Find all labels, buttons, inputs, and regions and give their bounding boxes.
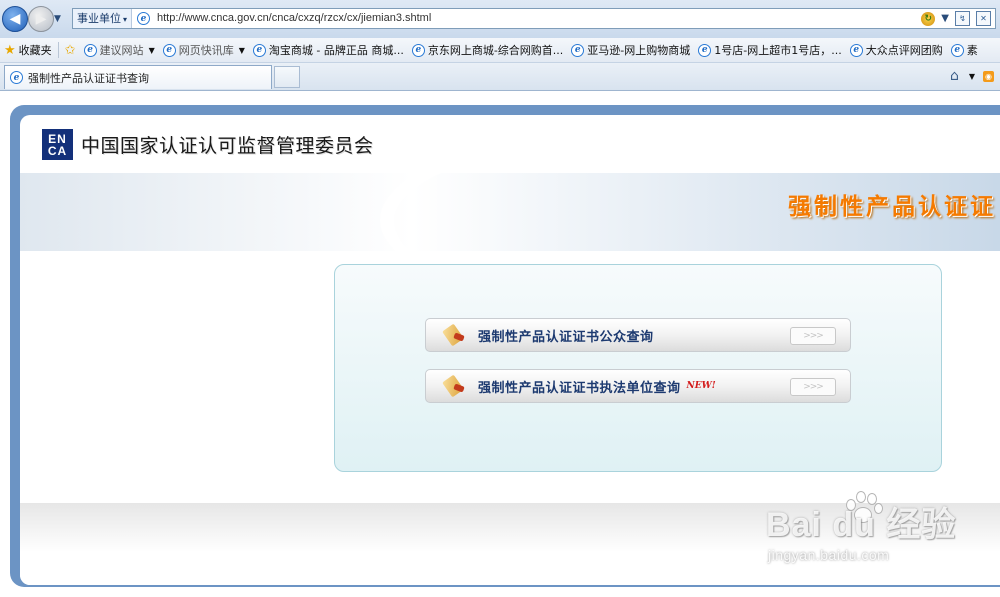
arrow-icon: >>> [790,327,836,345]
zone-label: 事业单位 [77,12,121,25]
divider [57,42,59,58]
fav-item-label: 大众点评网团购 [865,44,943,57]
logo-text-top: EN [48,131,67,146]
banner: 强制性产品认证证 [20,173,1000,251]
fav-item-suggested-sites[interactable]: e 建议网站 ▼ [80,40,159,60]
fav-item-label: 亚马逊-网上购物商城 [587,44,691,57]
ie-page-icon: e [698,43,712,57]
stop-icon[interactable]: ✕ [976,11,991,26]
tab-bar: e 强制性产品认证证书查询 ⌂ ▼ ◉ [0,63,1000,91]
favorites-button[interactable]: ★ 收藏夹 [0,40,56,60]
fav-item-label: 1号店-网上超市1号店，... [714,44,842,57]
star-icon: ★ [4,42,16,58]
web-page: EN CA 中国国家认证认可监督管理委员会 强制性产品认证证 强制性产品认证证书… [0,91,1000,597]
new-badge: NEW! [686,381,716,391]
url-text[interactable]: http://www.cnca.gov.cn/cnca/cxzq/rzcx/cx… [157,9,431,28]
forward-arrow-icon: ▶ [35,11,47,27]
fav-item-label: 京东网上商城-综合网购首... [427,44,564,57]
ie-page-icon: e [849,43,863,57]
chevron-down-icon[interactable]: ▼ [941,13,949,24]
zone-tag[interactable]: 事业单位 ▾ [73,9,133,28]
certificate-scroll-icon [442,374,466,398]
fav-item-amazon[interactable]: e 亚马逊-网上购物商城 [567,40,694,60]
add-favorite-star-icon: ✩ [64,42,76,58]
fav-item-dianping[interactable]: e 大众点评网团购 [846,40,947,60]
rss-feed-icon[interactable]: ◉ [983,70,994,82]
forward-button[interactable]: ▶ [28,6,54,32]
favorites-label: 收藏夹 [18,44,52,57]
add-to-favorites-button[interactable]: ✩ [61,40,80,60]
fav-item-taobao[interactable]: e 淘宝商城 - 品牌正品 商城... [249,40,408,60]
fav-item-yhd[interactable]: e 1号店-网上超市1号店，... [694,40,845,60]
ie-page-icon: e [252,43,266,57]
banner-title: 强制性产品认证证 [788,194,996,220]
public-query-button[interactable]: 强制性产品认证证书公众查询 >>> [425,318,851,352]
fav-item-truncated[interactable]: e 素 [947,40,982,60]
ie-page-icon: e [162,43,176,57]
ie-page-icon: e [137,12,150,25]
ie-page-icon: e [571,43,585,57]
chevron-down-icon: ▼ [148,45,155,55]
chevron-down-icon: ▼ [238,45,245,55]
tab-title: 强制性产品认证证书查询 [28,71,149,85]
command-bar: ⌂ ▼ ◉ [950,68,994,84]
ie-page-icon: e [411,43,425,57]
new-tab-button[interactable] [274,66,300,88]
ie-page-icon: e [10,71,23,84]
address-bar-row: ◀ ▶ ▼ 事业单位 ▾ e http://www.cnca.gov.cn/cnc… [0,0,1000,38]
fav-item-label: 淘宝商城 - 品牌正品 商城... [268,44,404,57]
page-frame: EN CA 中国国家认证认可监督管理委员会 强制性产品认证证 强制性产品认证证书… [10,105,1000,587]
query-button-label: 强制性产品认证证书公众查询 [478,329,654,345]
back-arrow-icon: ◀ [9,11,21,27]
cnca-logo[interactable]: EN CA [42,129,73,160]
address-tools: ↻ ▼ ↯ ✕ [921,10,991,27]
back-button[interactable]: ◀ [2,6,28,32]
tab-active[interactable]: e 强制性产品认证证书查询 [4,65,272,89]
chevron-down-icon: ▾ [123,15,128,24]
recent-pages-dropdown[interactable]: ▼ [54,14,61,24]
fav-item-web-slice-gallery[interactable]: e 网页快讯库 ▼ [159,40,249,60]
fav-item-label: 素 [966,44,978,57]
arrow-icon: >>> [790,378,836,396]
address-field[interactable]: 事业单位 ▾ e http://www.cnca.gov.cn/cnca/cxzq… [72,8,996,29]
favorites-bar: ★ 收藏夹 ✩ e 建议网站 ▼ e 网页快讯库 ▼ e 淘宝商城 - 品牌正品… [0,38,1000,63]
site-header: EN CA 中国国家认证认可监督管理委员会 [42,129,374,160]
certificate-scroll-icon [442,323,466,347]
compatibility-view-icon[interactable]: ↻ [921,11,936,26]
query-panel: 强制性产品认证证书公众查询 >>> 强制性产品认证证书执法单位查询 NEW! >… [334,264,942,472]
footer-band [20,503,1000,585]
ie-page-icon: e [83,43,97,57]
page-inner: EN CA 中国国家认证认可监督管理委员会 强制性产品认证证 强制性产品认证证书… [20,115,1000,585]
refresh-icon[interactable]: ↯ [955,11,970,26]
fav-item-label: 网页快讯库 [178,44,234,57]
organization-name: 中国国家认证认可监督管理委员会 [81,135,374,157]
chevron-down-icon[interactable]: ▼ [969,72,975,81]
home-icon[interactable]: ⌂ [950,68,959,84]
query-button-label: 强制性产品认证证书执法单位查询 [478,380,681,396]
fav-item-label: 建议网站 [99,44,144,57]
logo-text-bottom: CA [47,143,68,158]
enforcement-query-button[interactable]: 强制性产品认证证书执法单位查询 NEW! >>> [425,369,851,403]
fav-item-jd[interactable]: e 京东网上商城-综合网购首... [408,40,567,60]
ie-page-icon: e [950,43,964,57]
